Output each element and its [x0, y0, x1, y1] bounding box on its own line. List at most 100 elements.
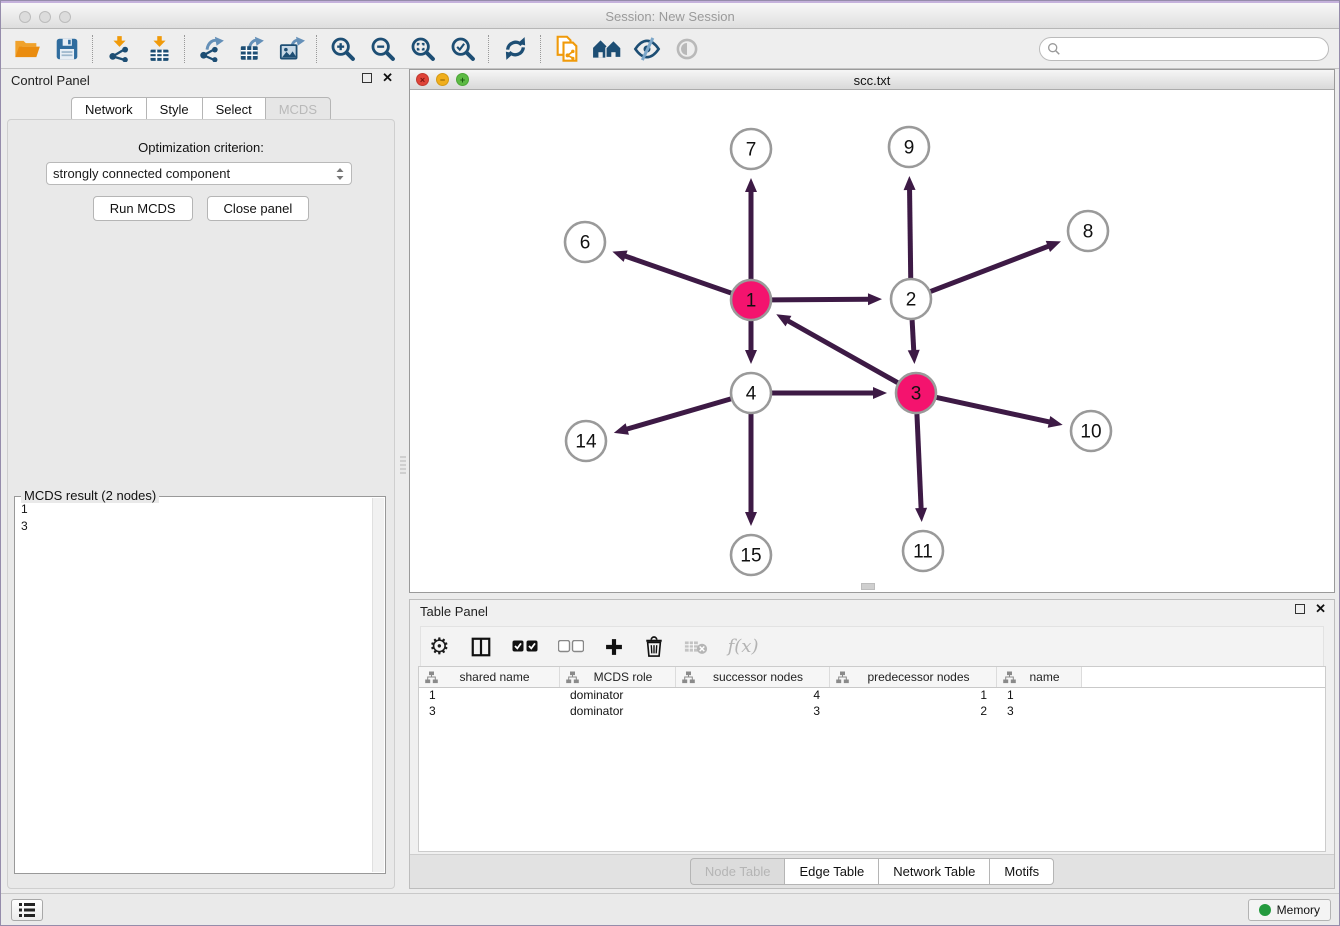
apply-function-button[interactable]: f(x) [728, 636, 759, 657]
column-header-successor-nodes[interactable]: successor nodes [676, 667, 830, 687]
float-panel-icon[interactable] [362, 73, 372, 83]
apply-layout-button[interactable] [495, 32, 535, 66]
search-input[interactable] [1061, 41, 1328, 57]
network-window-title: scc.txt [410, 73, 1334, 88]
table-row[interactable]: 1dominator411 [419, 688, 1325, 704]
memory-button[interactable]: Memory [1248, 899, 1331, 921]
close-panel-button[interactable]: Close panel [207, 196, 310, 221]
select-all-rows-button[interactable] [512, 640, 538, 653]
show-all-button[interactable] [587, 32, 627, 66]
deselect-all-rows-button[interactable] [558, 640, 584, 653]
table-cell[interactable]: 1 [830, 688, 997, 704]
graph-edge-3-1[interactable] [788, 321, 898, 383]
refresh-icon [502, 35, 529, 62]
column-header-name[interactable]: name [997, 667, 1082, 687]
graph-edge-3-11[interactable] [917, 414, 921, 509]
graph-edge-2-8[interactable] [931, 246, 1049, 291]
table-cell[interactable]: 4 [676, 688, 830, 704]
table-tabs: Node Table Edge Table Network Table Moti… [410, 854, 1334, 888]
graph-edge-4-14[interactable] [626, 399, 731, 429]
graph-edge-1-6[interactable] [625, 256, 732, 293]
graph-node-label-9: 9 [904, 138, 915, 159]
list-icon [19, 903, 35, 917]
table-cell[interactable]: 1 [997, 688, 1082, 704]
column-type-icon [1003, 671, 1016, 684]
graph-node-label-11: 11 [913, 542, 933, 563]
table-cell[interactable]: dominator [560, 688, 676, 704]
zoom-in-button[interactable] [323, 32, 363, 66]
optimization-criterion-select[interactable]: strongly connected component [46, 162, 352, 185]
close-table-panel-icon[interactable]: ✕ [1315, 604, 1326, 614]
column-header-MCDS-role[interactable]: MCDS role [560, 667, 676, 687]
eye-slash-icon [633, 36, 661, 62]
tab-network-table[interactable]: Network Table [878, 858, 989, 885]
open-session-button[interactable] [7, 32, 47, 66]
tab-motifs[interactable]: Motifs [989, 858, 1054, 885]
network-graph[interactable]: 7968124314101511 [410, 91, 1334, 592]
delete-column-button[interactable] [644, 636, 664, 658]
export-image-button[interactable] [271, 32, 311, 66]
zoom-fit-button[interactable] [403, 32, 443, 66]
run-mcds-button[interactable]: Run MCDS [93, 196, 193, 221]
result-scrollbar[interactable] [372, 498, 384, 872]
column-type-icon [682, 671, 695, 684]
import-network-button[interactable] [99, 32, 139, 66]
import-table-icon [146, 35, 173, 62]
selected-criterion: strongly connected component [53, 166, 335, 181]
mcds-result-box: MCDS result (2 nodes) 1 3 [14, 496, 386, 874]
chevron-up-down-icon [335, 166, 345, 182]
graph-node-label-4: 4 [746, 384, 757, 405]
search-box[interactable] [1039, 37, 1329, 61]
table-cell[interactable]: dominator [560, 704, 676, 720]
column-header-shared-name[interactable]: shared name [419, 667, 560, 687]
clone-network-button[interactable] [547, 32, 587, 66]
column-header-predecessor-nodes[interactable]: predecessor nodes [830, 667, 997, 687]
gear-icon: ⚙ [429, 636, 450, 658]
node-table[interactable]: shared nameMCDS rolesuccessor nodesprede… [418, 666, 1326, 852]
table-panel: Table Panel ✕ ⚙ [409, 599, 1335, 889]
zoom-out-button[interactable] [363, 32, 403, 66]
table-header-row: shared nameMCDS rolesuccessor nodesprede… [419, 667, 1325, 688]
export-table-button[interactable] [231, 32, 271, 66]
save-session-button[interactable] [47, 32, 87, 66]
graph-node-label-2: 2 [906, 290, 917, 311]
show-hidden-button[interactable] [667, 32, 707, 66]
graph-node-label-1: 1 [746, 291, 757, 312]
show-columns-button[interactable] [470, 636, 492, 658]
graph-edge-2-3[interactable] [912, 320, 914, 351]
toolbar-separator [316, 35, 318, 63]
table-cell[interactable]: 2 [830, 704, 997, 720]
column-type-icon [425, 671, 438, 684]
export-network-button[interactable] [191, 32, 231, 66]
import-table-button[interactable] [139, 32, 179, 66]
export-network-icon [198, 35, 225, 62]
float-table-panel-icon[interactable] [1295, 604, 1305, 614]
columns-icon [470, 636, 492, 658]
zoom-selected-button[interactable] [443, 32, 483, 66]
graph-edge-2-9[interactable] [910, 189, 911, 278]
table-settings-button[interactable]: ⚙ [429, 636, 450, 658]
hide-selected-button[interactable] [627, 32, 667, 66]
table-row[interactable]: 3dominator323 [419, 704, 1325, 720]
tab-node-table[interactable]: Node Table [690, 858, 785, 885]
add-column-button[interactable] [604, 637, 624, 657]
task-history-button[interactable] [11, 899, 43, 921]
table-cell[interactable]: 3 [676, 704, 830, 720]
table-cell[interactable]: 3 [419, 704, 560, 720]
panel-splitter-grip[interactable] [400, 456, 406, 474]
graph-edge-3-10[interactable] [937, 397, 1050, 422]
graph-edge-1-2[interactable] [772, 299, 869, 300]
open-folder-icon [13, 36, 41, 62]
main-toolbar [1, 29, 1339, 69]
close-panel-icon[interactable]: ✕ [382, 73, 393, 83]
network-window-titlebar[interactable]: × − + scc.txt [410, 70, 1334, 90]
graph-node-label-14: 14 [575, 432, 597, 453]
control-panel-header: Control Panel ✕ [1, 69, 401, 93]
import-network-icon [106, 35, 133, 62]
table-cell[interactable]: 3 [997, 704, 1082, 720]
tab-edge-table[interactable]: Edge Table [784, 858, 878, 885]
delete-table-button[interactable] [684, 638, 708, 656]
mcds-result-list: 1 3 [21, 501, 28, 535]
table-cell[interactable]: 1 [419, 688, 560, 704]
network-table-splitter-grip[interactable] [861, 583, 875, 590]
